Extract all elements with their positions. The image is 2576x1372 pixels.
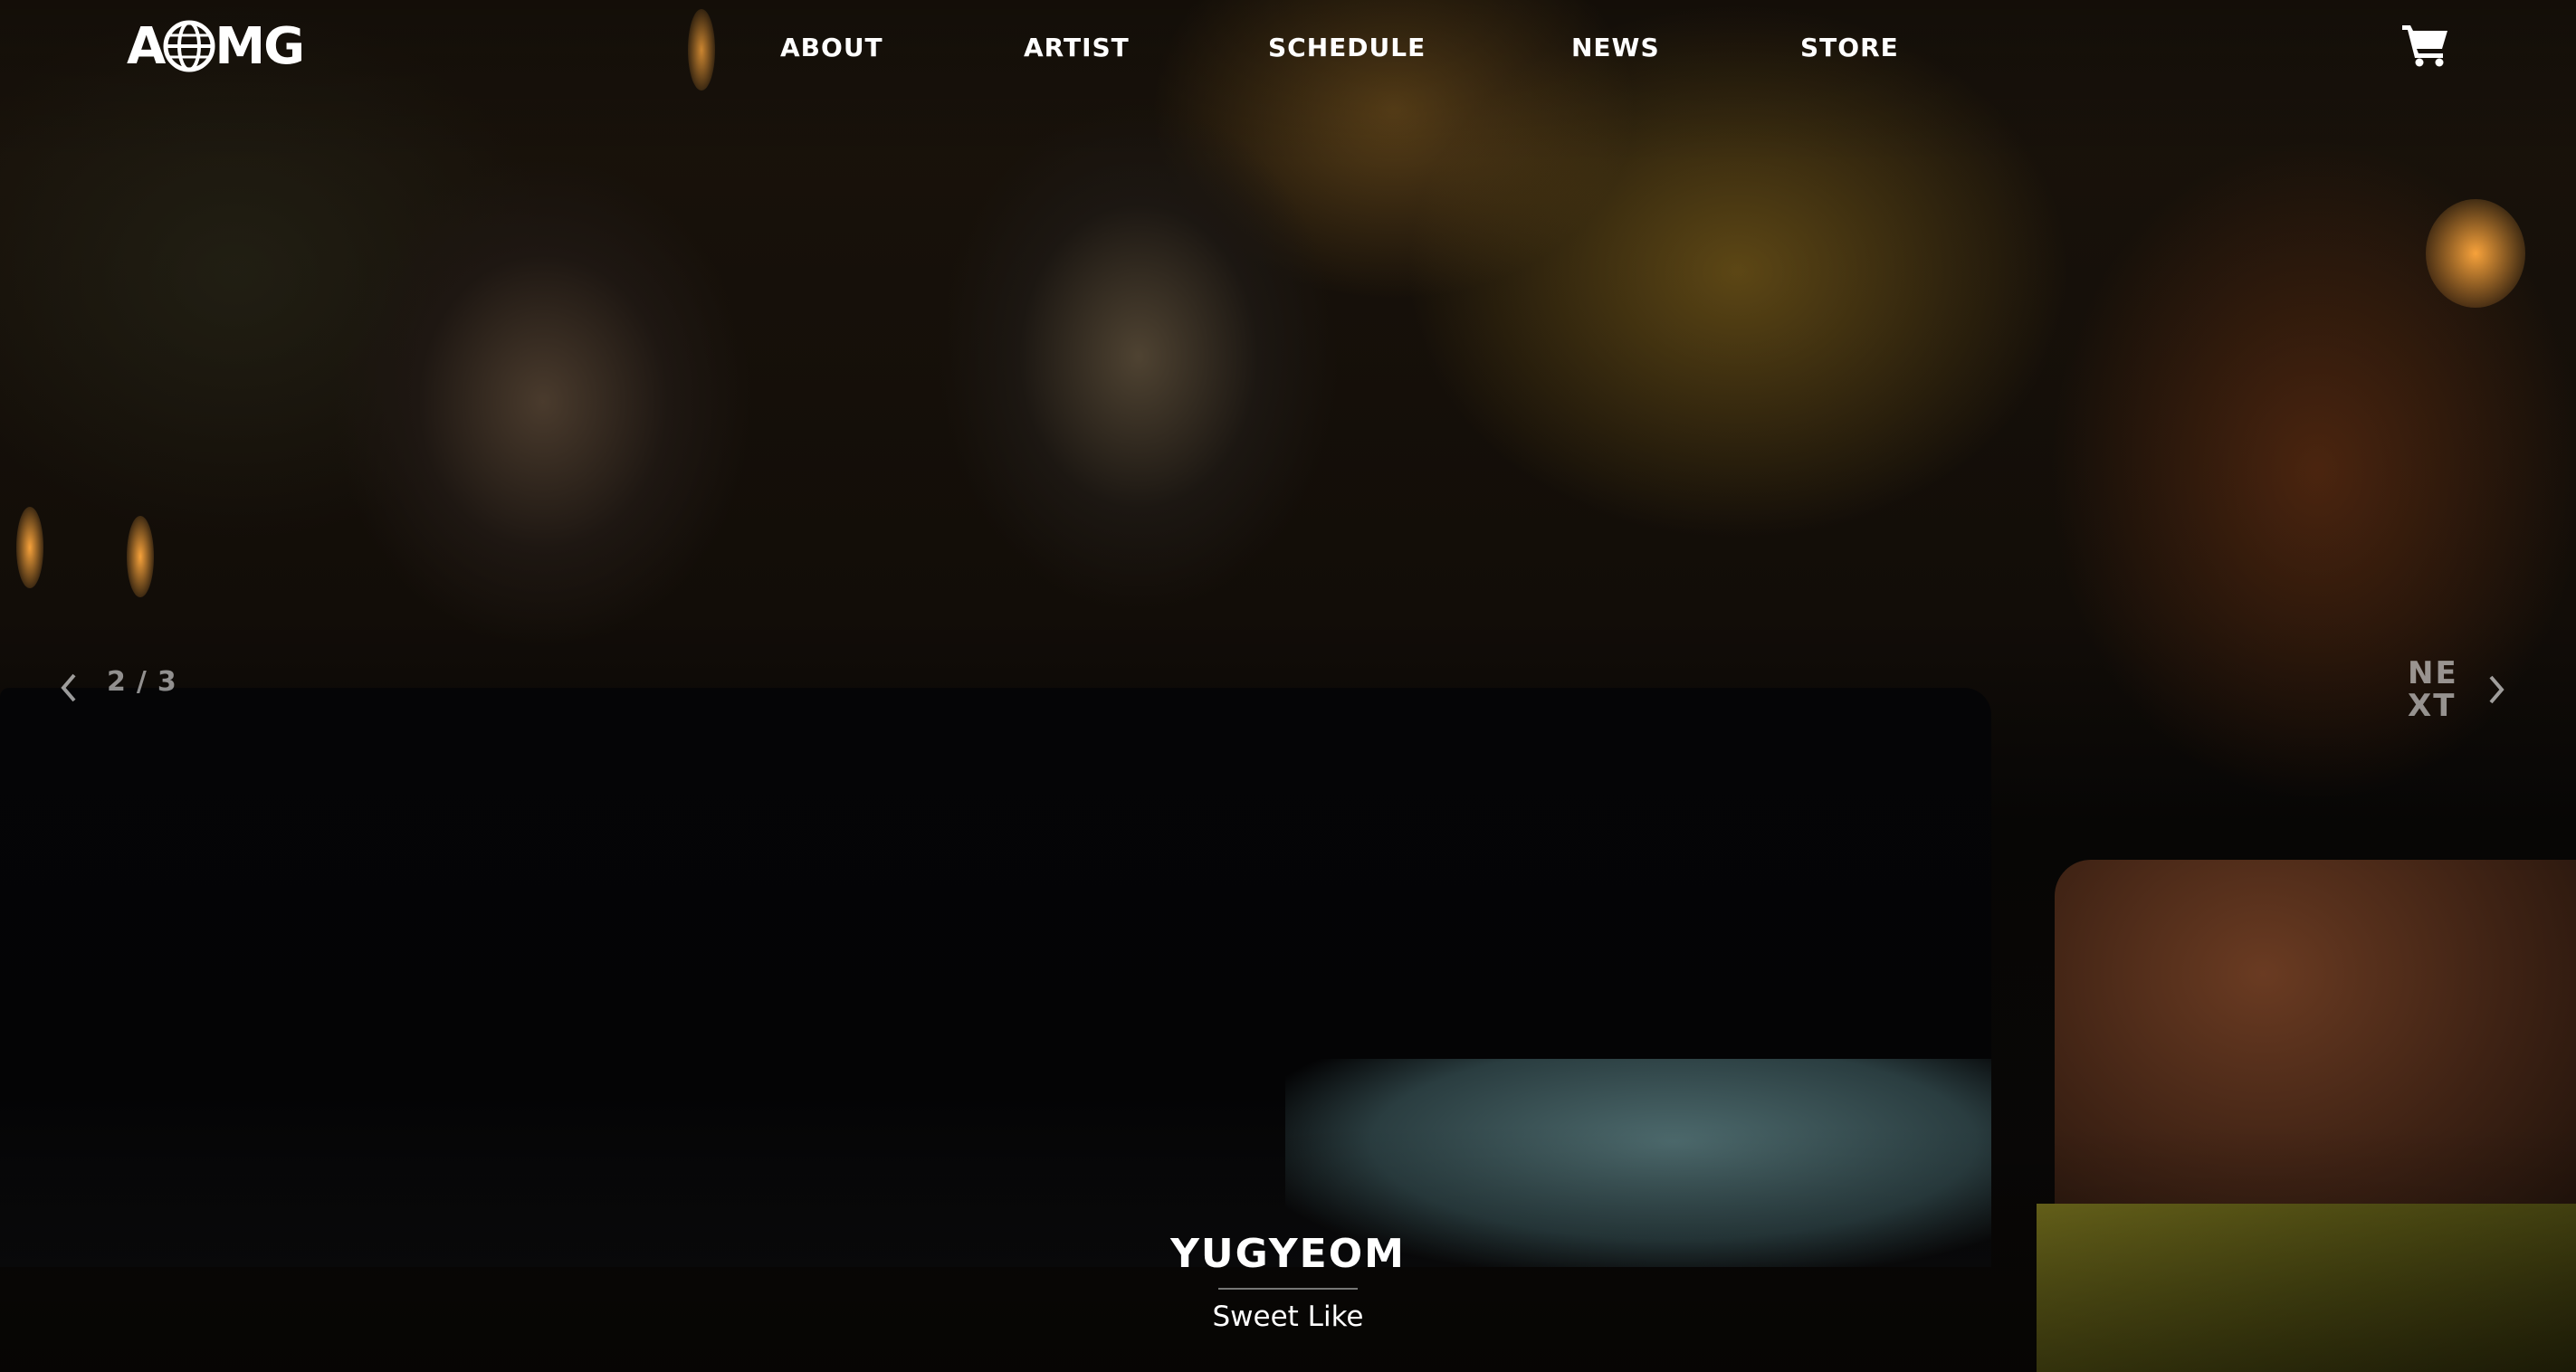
- logo-letters-mg: MG: [215, 16, 305, 76]
- caption-divider: [1218, 1288, 1358, 1290]
- next-label: NEXT: [2408, 655, 2458, 724]
- nav-news[interactable]: NEWS: [1571, 33, 1660, 62]
- globe-icon: [163, 20, 215, 72]
- chevron-right-icon: [2489, 675, 2504, 704]
- hero-video-still: [0, 0, 2576, 1372]
- site-logo[interactable]: A MG: [127, 16, 305, 76]
- logo-letter-a: A: [127, 16, 166, 76]
- next-slide-button[interactable]: NEXT: [2408, 657, 2509, 722]
- slide-separator: /: [136, 666, 148, 698]
- nav-artist[interactable]: ARTIST: [1024, 33, 1130, 62]
- slide-counter: 2 / 3: [107, 666, 178, 698]
- slide-total: 3: [157, 666, 178, 698]
- nav-about[interactable]: ABOUT: [780, 33, 883, 62]
- nav-store[interactable]: STORE: [1800, 33, 1899, 62]
- hero-vignette: [0, 0, 2576, 1372]
- chevron-left-icon[interactable]: [56, 670, 81, 706]
- slide-caption: YUGYEOM Sweet Like: [1016, 1231, 1560, 1333]
- slide-current: 2: [107, 666, 128, 698]
- artist-name[interactable]: YUGYEOM: [1016, 1231, 1560, 1277]
- shopping-cart-icon[interactable]: [2400, 22, 2451, 67]
- song-title[interactable]: Sweet Like: [1016, 1301, 1560, 1333]
- nav-schedule[interactable]: SCHEDULE: [1268, 33, 1426, 62]
